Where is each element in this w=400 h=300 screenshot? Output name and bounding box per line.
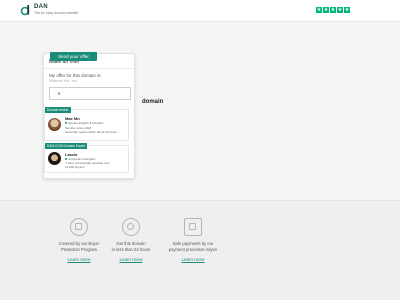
agent-badge: DAN.COM Domain Expert — [45, 143, 88, 149]
agent-badge: Domain broker — [45, 107, 71, 113]
avatar — [48, 152, 61, 165]
star-icon: ★ — [323, 7, 329, 13]
learn-more-link[interactable]: Learn more — [153, 257, 233, 262]
agent-languages: Speaks English & Deutsch — [65, 121, 103, 125]
star-icon: ★ — [337, 7, 343, 13]
domain-heading: domain — [142, 99, 164, 105]
trustpilot-rating[interactable]: ★ ★ ★ ★ ★ — [316, 7, 350, 13]
feature-safe-payments: Safe payments by our payment processor Ad… — [153, 218, 233, 262]
star-icon: ★ — [316, 7, 322, 13]
send-offer-button[interactable]: Send your offer — [50, 52, 97, 61]
agent-reply-time: Generally replies within about 24 hours — [65, 130, 117, 134]
feature-text: Safe payments by our payment processor Ad… — [168, 241, 218, 252]
divider — [44, 68, 134, 69]
offer-label: My offer for this domain is: — [49, 73, 102, 78]
agent-card: Domain broker Max Mü Speaks English & De… — [44, 107, 129, 141]
features-footer: Covered by our Buyer Protection Program L… — [0, 200, 400, 300]
minimum-bid-note: Minimum bid: 'xxx' — [49, 79, 78, 83]
brand-name[interactable]: DAN — [34, 4, 48, 10]
offer-amount-input[interactable]: € — [49, 87, 131, 100]
star-icon: ★ — [330, 7, 336, 13]
dan-logo-icon[interactable] — [20, 4, 32, 16]
star-icon: ★ — [344, 7, 350, 13]
lock-icon — [184, 218, 202, 236]
currency-symbol: € — [58, 91, 61, 96]
clock-icon — [122, 218, 140, 236]
agent-card: DAN.COM Domain Expert Laszlo Hungarian &… — [44, 143, 129, 173]
top-bar: DAN The #1 easy domain transfer ★ ★ ★ ★ … — [0, 0, 400, 22]
avatar — [48, 118, 61, 131]
agent-quote: 10,000 buyers" — [65, 165, 86, 169]
shield-icon — [70, 218, 88, 236]
brand-tagline: The #1 easy domain transfer — [34, 11, 79, 15]
